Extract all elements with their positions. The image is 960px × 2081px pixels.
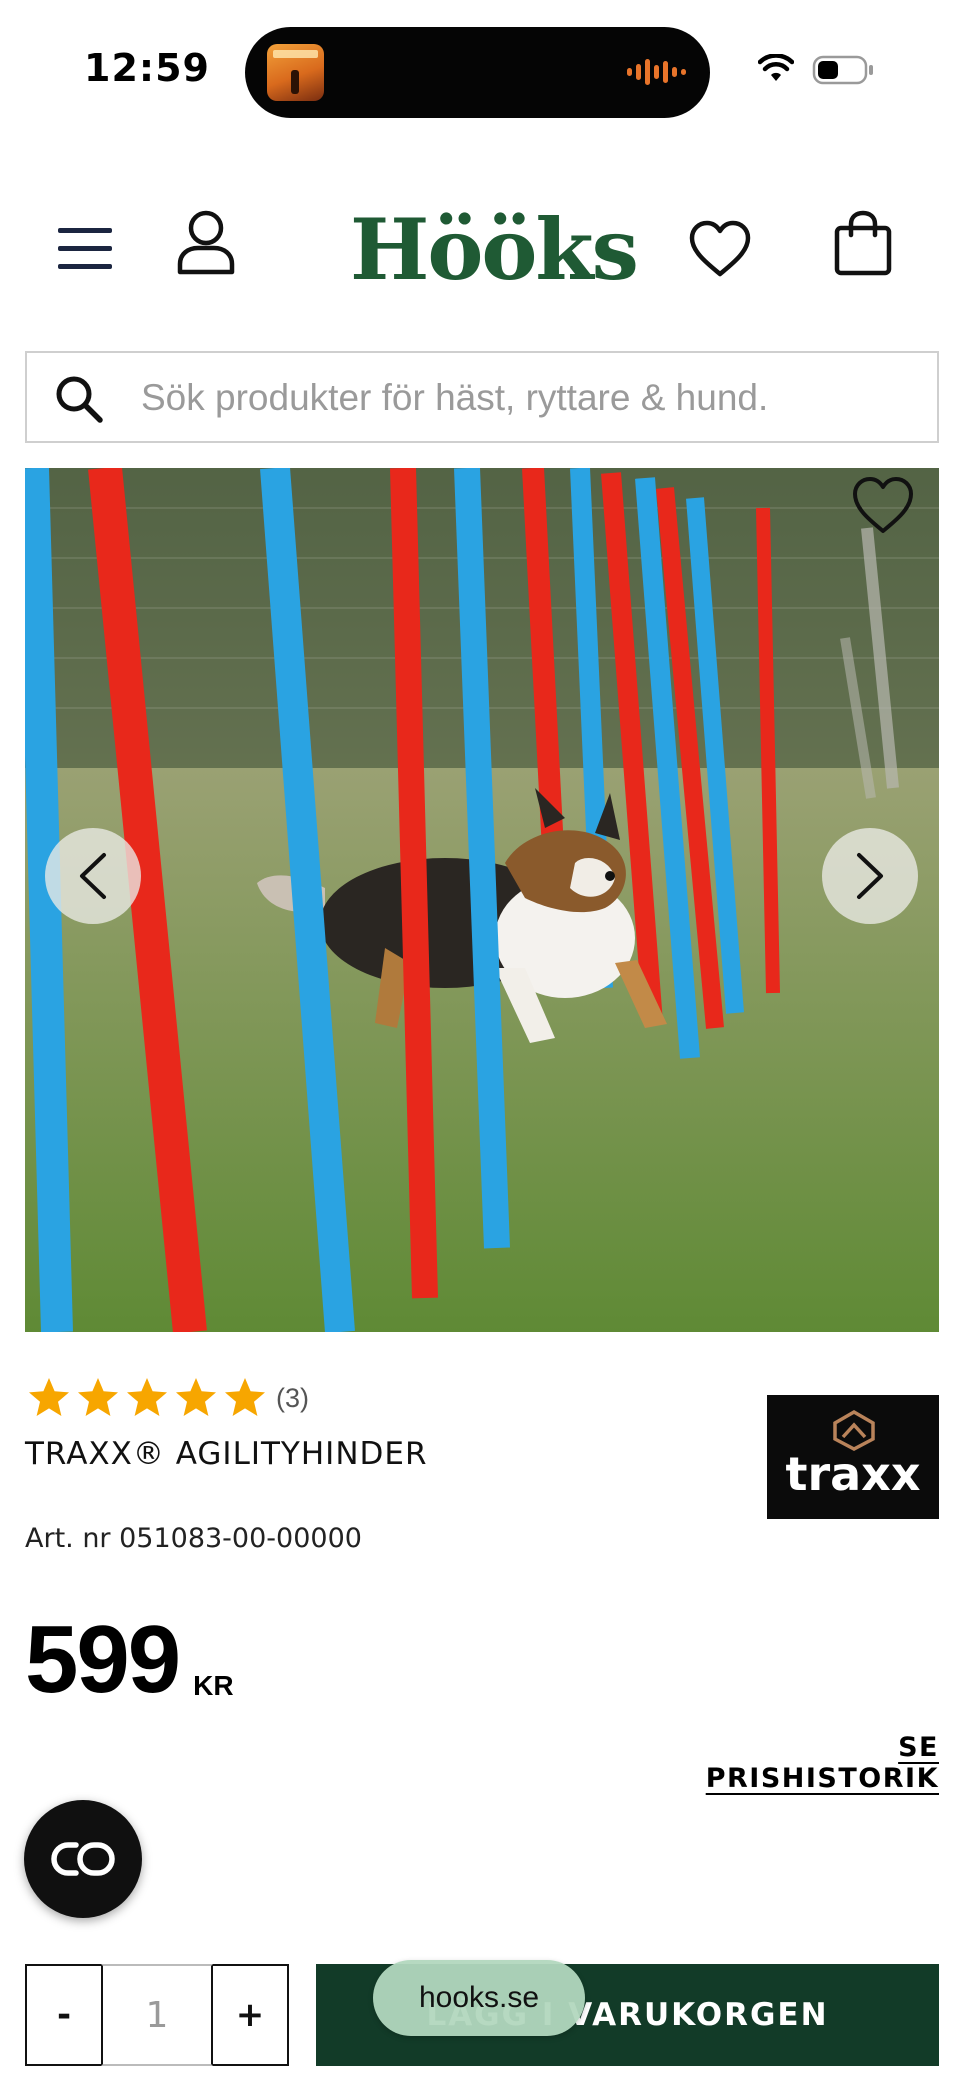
dynamic-island[interactable]	[245, 27, 710, 118]
carousel-next-button[interactable]	[822, 828, 918, 924]
brand-mark-icon	[833, 1409, 875, 1451]
product-price: 599 KR	[25, 1612, 234, 1708]
star-icon	[176, 1378, 216, 1416]
product-title: TRAXX® AGILITYHINDER	[25, 1436, 428, 1472]
menu-icon[interactable]	[58, 226, 112, 272]
product-image[interactable]	[25, 468, 939, 1332]
chat-icon	[51, 1842, 115, 1876]
article-number: Art. nr 051083-00-00000	[25, 1523, 362, 1554]
review-count[interactable]: (3)	[276, 1383, 309, 1414]
star-icon	[29, 1378, 69, 1416]
now-playing-artwork	[267, 44, 324, 101]
status-bar: 12:59	[0, 0, 960, 140]
star-icon	[78, 1378, 118, 1416]
site-logo[interactable]: Hööks	[350, 200, 639, 300]
price-currency: KR	[193, 1670, 234, 1701]
search-icon	[56, 376, 103, 423]
account-icon[interactable]	[176, 210, 236, 276]
quantity-stepper: - 1 +	[25, 1964, 289, 2066]
site-header: Hööks	[0, 190, 960, 310]
audio-waveform-icon	[627, 57, 686, 87]
status-time: 12:59	[84, 46, 210, 90]
price-value: 599	[25, 1606, 181, 1713]
search-input[interactable]	[141, 367, 921, 429]
heart-icon[interactable]	[688, 220, 752, 278]
battery-icon	[812, 55, 873, 85]
chat-button[interactable]	[24, 1800, 142, 1918]
product-rating[interactable]: (3)	[27, 1375, 309, 1421]
brand-logo[interactable]: traxx	[767, 1395, 939, 1519]
carousel-prev-button[interactable]	[45, 828, 141, 924]
search-bar[interactable]	[25, 351, 939, 443]
brand-name: traxx	[785, 1447, 921, 1501]
quantity-increase-button[interactable]: +	[213, 1964, 289, 2066]
quantity-input[interactable]: 1	[101, 1964, 213, 2066]
star-icon	[225, 1378, 265, 1416]
wifi-icon	[758, 54, 794, 81]
browser-url-pill[interactable]: hooks.se	[373, 1960, 585, 2036]
add-to-wishlist-icon[interactable]	[850, 474, 916, 536]
shopping-bag-icon[interactable]	[834, 210, 892, 276]
chevron-right-icon	[857, 853, 883, 899]
star-icon	[127, 1378, 167, 1416]
price-history-link[interactable]: SE PRISHISTORIK	[660, 1732, 939, 1794]
quantity-decrease-button[interactable]: -	[25, 1964, 101, 2066]
chevron-left-icon	[80, 853, 106, 899]
